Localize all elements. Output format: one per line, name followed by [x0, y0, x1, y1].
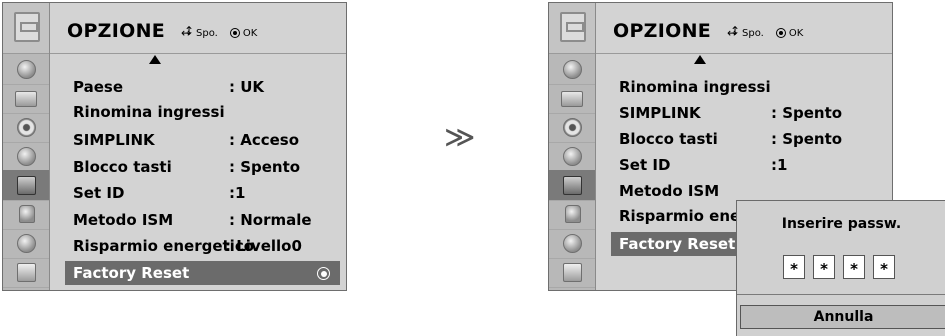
- usb-category-icon[interactable]: [3, 257, 49, 288]
- move-arrows-icon: [727, 24, 740, 40]
- menu-item-value: : UK: [229, 78, 265, 96]
- ok-hint-label: OK: [242, 27, 258, 39]
- audio-category-icon[interactable]: [549, 112, 595, 143]
- option-category-icon-selected[interactable]: [549, 170, 595, 201]
- input-category-icon[interactable]: [549, 228, 595, 259]
- menu-item-factory-reset-selected[interactable]: Factory Reset: [611, 232, 736, 256]
- menu-item-simplink[interactable]: SIMPLINK : Acceso: [73, 128, 340, 152]
- usb-category-icon[interactable]: [549, 257, 595, 288]
- category-icon-bar: [3, 3, 50, 290]
- menu-item-metodo-ism[interactable]: Metodo ISM : Normale: [73, 208, 340, 232]
- menu-item-label: Paese: [73, 78, 123, 96]
- password-digit-box[interactable]: *: [783, 255, 805, 279]
- password-dialog: Inserire passw. * * * * Annulla: [736, 200, 945, 336]
- menu-item-value: : Spento: [771, 104, 843, 122]
- move-hint-label: Spo.: [742, 27, 764, 39]
- picture-category-icon[interactable]: [3, 83, 49, 114]
- menu-item-value: : Acceso: [229, 131, 300, 149]
- menu-item-label: Blocco tasti: [73, 158, 172, 176]
- menu-item-label: Set ID: [619, 156, 671, 174]
- title-hints: Spo. OK: [727, 24, 804, 40]
- menu-item-blocco-tasti[interactable]: Blocco tasti : Spento: [619, 127, 886, 151]
- menu-item-rinomina-ingressi[interactable]: Rinomina ingressi: [73, 100, 340, 124]
- menu-title: OPZIONE: [67, 20, 166, 42]
- transition-arrow-icon: ≫: [444, 120, 476, 155]
- password-digit-box[interactable]: *: [843, 255, 865, 279]
- select-radio-icon: [317, 267, 330, 280]
- menu-item-blocco-tasti[interactable]: Blocco tasti : Spento: [73, 155, 340, 179]
- menu-item-set-id[interactable]: Set ID :1: [619, 153, 886, 177]
- option-category-icon-selected[interactable]: [3, 170, 49, 201]
- menu-item-simplink[interactable]: SIMPLINK : Spento: [619, 101, 886, 125]
- scroll-up-arrow-icon[interactable]: [149, 55, 161, 64]
- lock-category-icon[interactable]: [3, 199, 49, 230]
- menu-item-label: Rinomina ingressi: [619, 78, 771, 96]
- menu-item-label: Factory Reset: [73, 264, 190, 282]
- menu-item-paese[interactable]: Paese : UK: [73, 75, 340, 99]
- menu-item-rinomina-ingressi[interactable]: Rinomina ingressi: [619, 75, 886, 99]
- menu-item-set-id[interactable]: Set ID :1: [73, 181, 340, 205]
- option-category-icon: [549, 3, 595, 54]
- setup-category-icon[interactable]: [3, 54, 49, 85]
- cancel-button[interactable]: Annulla: [740, 305, 945, 329]
- time-category-icon[interactable]: [3, 141, 49, 172]
- popup-divider: [737, 294, 945, 295]
- setup-category-icon[interactable]: [549, 54, 595, 85]
- menu-item-value: : Spento: [771, 130, 843, 148]
- move-hint-label: Spo.: [196, 27, 218, 39]
- move-arrows-icon: [181, 24, 194, 40]
- menu-item-label: Metodo ISM: [619, 182, 720, 200]
- menu-item-label: SIMPLINK: [73, 131, 155, 149]
- menu-item-value: : Spento: [229, 158, 301, 176]
- option-category-icon: [3, 3, 49, 54]
- menu-item-label: Blocco tasti: [619, 130, 718, 148]
- password-dialog-title: Inserire passw.: [781, 216, 902, 232]
- menu-item-value: :1: [229, 184, 246, 202]
- menu-item-risparmio-energetico[interactable]: Risparmio energetico : Livello0: [73, 234, 340, 258]
- menu-item-label: SIMPLINK: [619, 104, 701, 122]
- title-divider: [50, 53, 346, 54]
- ok-hint-label: OK: [788, 27, 804, 39]
- picture-category-icon[interactable]: [549, 83, 595, 114]
- title-divider: [596, 53, 892, 54]
- menu-item-value: : Livello0: [225, 237, 302, 255]
- audio-category-icon[interactable]: [3, 112, 49, 143]
- menu-item-value: : Normale: [229, 211, 312, 229]
- option-menu-left: OPZIONE Spo. OK Paese : UK Rinomina ingr…: [2, 2, 347, 291]
- menu-item-label: Set ID: [73, 184, 125, 202]
- lock-category-icon[interactable]: [549, 199, 595, 230]
- menu-item-label: Rinomina ingressi: [73, 103, 225, 121]
- menu-title: OPZIONE: [613, 20, 712, 42]
- menu-item-value: :1: [771, 156, 788, 174]
- input-category-icon[interactable]: [3, 228, 49, 259]
- ok-button-icon: [229, 28, 240, 38]
- time-category-icon[interactable]: [549, 141, 595, 172]
- password-digit-box[interactable]: *: [873, 255, 895, 279]
- menu-item-factory-reset-selected[interactable]: Factory Reset: [65, 261, 340, 285]
- scroll-up-arrow-icon[interactable]: [694, 55, 706, 64]
- ok-button-icon: [775, 28, 786, 38]
- menu-item-label: Metodo ISM: [73, 211, 174, 229]
- menu-item-label: Factory Reset: [619, 235, 736, 253]
- password-digits[interactable]: * * * *: [783, 255, 895, 279]
- title-hints: Spo. OK: [181, 24, 258, 40]
- category-icon-bar: [549, 3, 596, 290]
- password-digit-box[interactable]: *: [813, 255, 835, 279]
